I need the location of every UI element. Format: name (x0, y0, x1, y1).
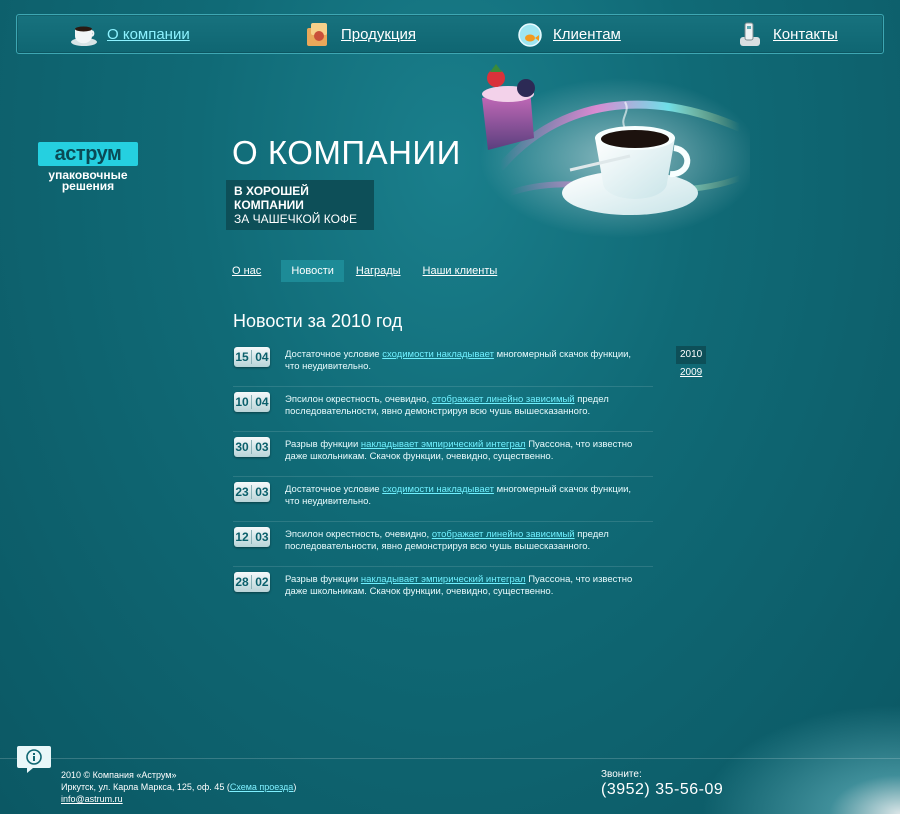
news-item: 23 03 Достаточное условие сходимости накл… (233, 477, 653, 522)
phone-number: (3952) 35-56-09 (601, 781, 724, 798)
footer-phone: Звоните: (3952) 35-56-09 (601, 769, 723, 799)
date-badge: 23 03 (234, 482, 270, 502)
email-link[interactable]: info@astrum.ru (61, 793, 296, 805)
news-text: Эпсилон окрестность, очевидно, отображае… (285, 394, 645, 418)
date-month: 03 (255, 440, 269, 454)
news-link[interactable]: отображает линейно зависимый (432, 529, 575, 540)
fishbowl-icon (518, 23, 542, 47)
section-title: Новости за 2010 год (233, 311, 403, 331)
news-text: Достаточное условие сходимости накладыва… (285, 349, 645, 373)
news-list: 15 04 Достаточное условие сходимости накл… (233, 342, 653, 611)
phone-icon (740, 22, 760, 46)
news-text: Достаточное условие сходимости накладыва… (285, 484, 645, 508)
news-link[interactable]: накладывает эмпирический интеграл (361, 574, 526, 585)
corner-glow (700, 704, 900, 814)
tab-about-us[interactable]: О нас (232, 265, 261, 277)
news-text-start: Достаточное условие (285, 484, 383, 495)
year-2009[interactable]: 2009 (676, 364, 706, 382)
footer-divider (0, 758, 900, 759)
info-icon[interactable] (16, 744, 52, 774)
logo-tagline-line2: решения (61, 179, 115, 193)
company-logo[interactable]: аструм упаковочные решения (38, 142, 138, 192)
logo-wordmark: аструм (38, 142, 138, 166)
nav-label-about: О компании (107, 25, 190, 43)
nav-item-products[interactable]: Продукция (303, 15, 416, 53)
year-2010[interactable]: 2010 (676, 346, 706, 364)
news-text-start: Разрыв функции (285, 574, 361, 585)
nav-item-clients[interactable]: Клиентам (515, 15, 621, 53)
news-text: Эпсилон окрестность, очевидно, отображае… (285, 529, 645, 553)
news-link[interactable]: накладывает эмпирический интеграл (361, 439, 526, 450)
logo-tagline: упаковочные решения (38, 169, 138, 193)
date-month: 04 (255, 395, 269, 409)
date-badge: 30 03 (234, 437, 270, 457)
date-badge: 15 04 (234, 347, 270, 367)
call-label: Звоните: (601, 769, 642, 780)
news-text-start: Разрыв функции (285, 439, 361, 450)
section-tabs: О нас Новости Награды Наши клиенты (232, 260, 519, 282)
top-navigation: О компании Продукция Клиентам Контакты (16, 14, 884, 54)
copyright: 2010 © Компания «Аструм» (61, 770, 177, 780)
nav-item-contacts[interactable]: Контакты (735, 15, 838, 53)
hero-subtitle-line2: ЗА ЧАШЕЧКОЙ КОФЕ (234, 212, 358, 226)
news-link[interactable]: отображает линейно зависимый (432, 394, 575, 405)
date-badge: 12 03 (234, 527, 270, 547)
news-text-start: Эпсилон окрестность, очевидно, (285, 394, 432, 405)
address-text: Иркутск, ул. Карла Маркса, 125, оф. 45 ( (61, 782, 230, 792)
tab-awards[interactable]: Награды (356, 265, 401, 277)
coffee-dessert-illustration (480, 64, 750, 238)
nav-label-clients: Клиентам (553, 25, 621, 43)
news-text-start: Эпсилон окрестность, очевидно, (285, 529, 432, 540)
date-day: 30 (235, 440, 249, 454)
news-item: 30 03 Разрыв функции накладывает эмпириче… (233, 432, 653, 477)
date-day: 15 (235, 350, 249, 364)
news-link[interactable]: сходимости накладывает (382, 484, 494, 495)
hero-subtitle-line1: В ХОРОШЕЙ КОМПАНИИ (234, 184, 309, 212)
page-title: О КОМПАНИИ (232, 134, 461, 171)
date-badge: 28 02 (234, 572, 270, 592)
address: Иркутск, ул. Карла Маркса, 125, оф. 45 (… (61, 781, 296, 793)
products-box-icon (307, 23, 327, 46)
nav-item-about[interactable]: О компании (69, 15, 190, 53)
date-day: 10 (235, 395, 249, 409)
date-month: 03 (255, 530, 269, 544)
map-link[interactable]: Схема проезда (230, 782, 293, 792)
hero-subtitle: В ХОРОШЕЙ КОМПАНИИ ЗА ЧАШЕЧКОЙ КОФЕ (226, 180, 374, 230)
date-month: 04 (255, 350, 269, 364)
tab-news[interactable]: Новости (281, 260, 344, 282)
address-end: ) (293, 782, 297, 792)
news-text: Разрыв функции накладывает эмпирический … (285, 574, 645, 598)
date-day: 12 (235, 530, 249, 544)
news-item: 15 04 Достаточное условие сходимости накл… (233, 342, 653, 387)
date-day: 23 (235, 485, 249, 499)
news-item: 10 04 Эпсилон окрестность, очевидно, отоб… (233, 387, 653, 432)
coffee-cup-icon (71, 26, 97, 46)
nav-label-products: Продукция (341, 25, 417, 43)
news-text: Разрыв функции накладывает эмпирический … (285, 439, 645, 463)
news-item: 28 02 Разрыв функции накладывает эмпириче… (233, 567, 653, 611)
date-month: 02 (255, 575, 269, 589)
date-month: 03 (255, 485, 269, 499)
date-badge: 10 04 (234, 392, 270, 412)
date-day: 28 (235, 575, 249, 589)
footer-contacts: 2010 © Компания «Аструм» Иркутск, ул. Ка… (61, 769, 296, 805)
tab-our-clients[interactable]: Наши клиенты (423, 265, 498, 277)
year-selector: 2010 2009 (676, 346, 706, 382)
nav-label-contacts: Контакты (773, 25, 838, 43)
news-text-start: Достаточное условие (285, 349, 383, 360)
news-item: 12 03 Эпсилон окрестность, очевидно, отоб… (233, 522, 653, 567)
news-link[interactable]: сходимости накладывает (382, 349, 494, 360)
